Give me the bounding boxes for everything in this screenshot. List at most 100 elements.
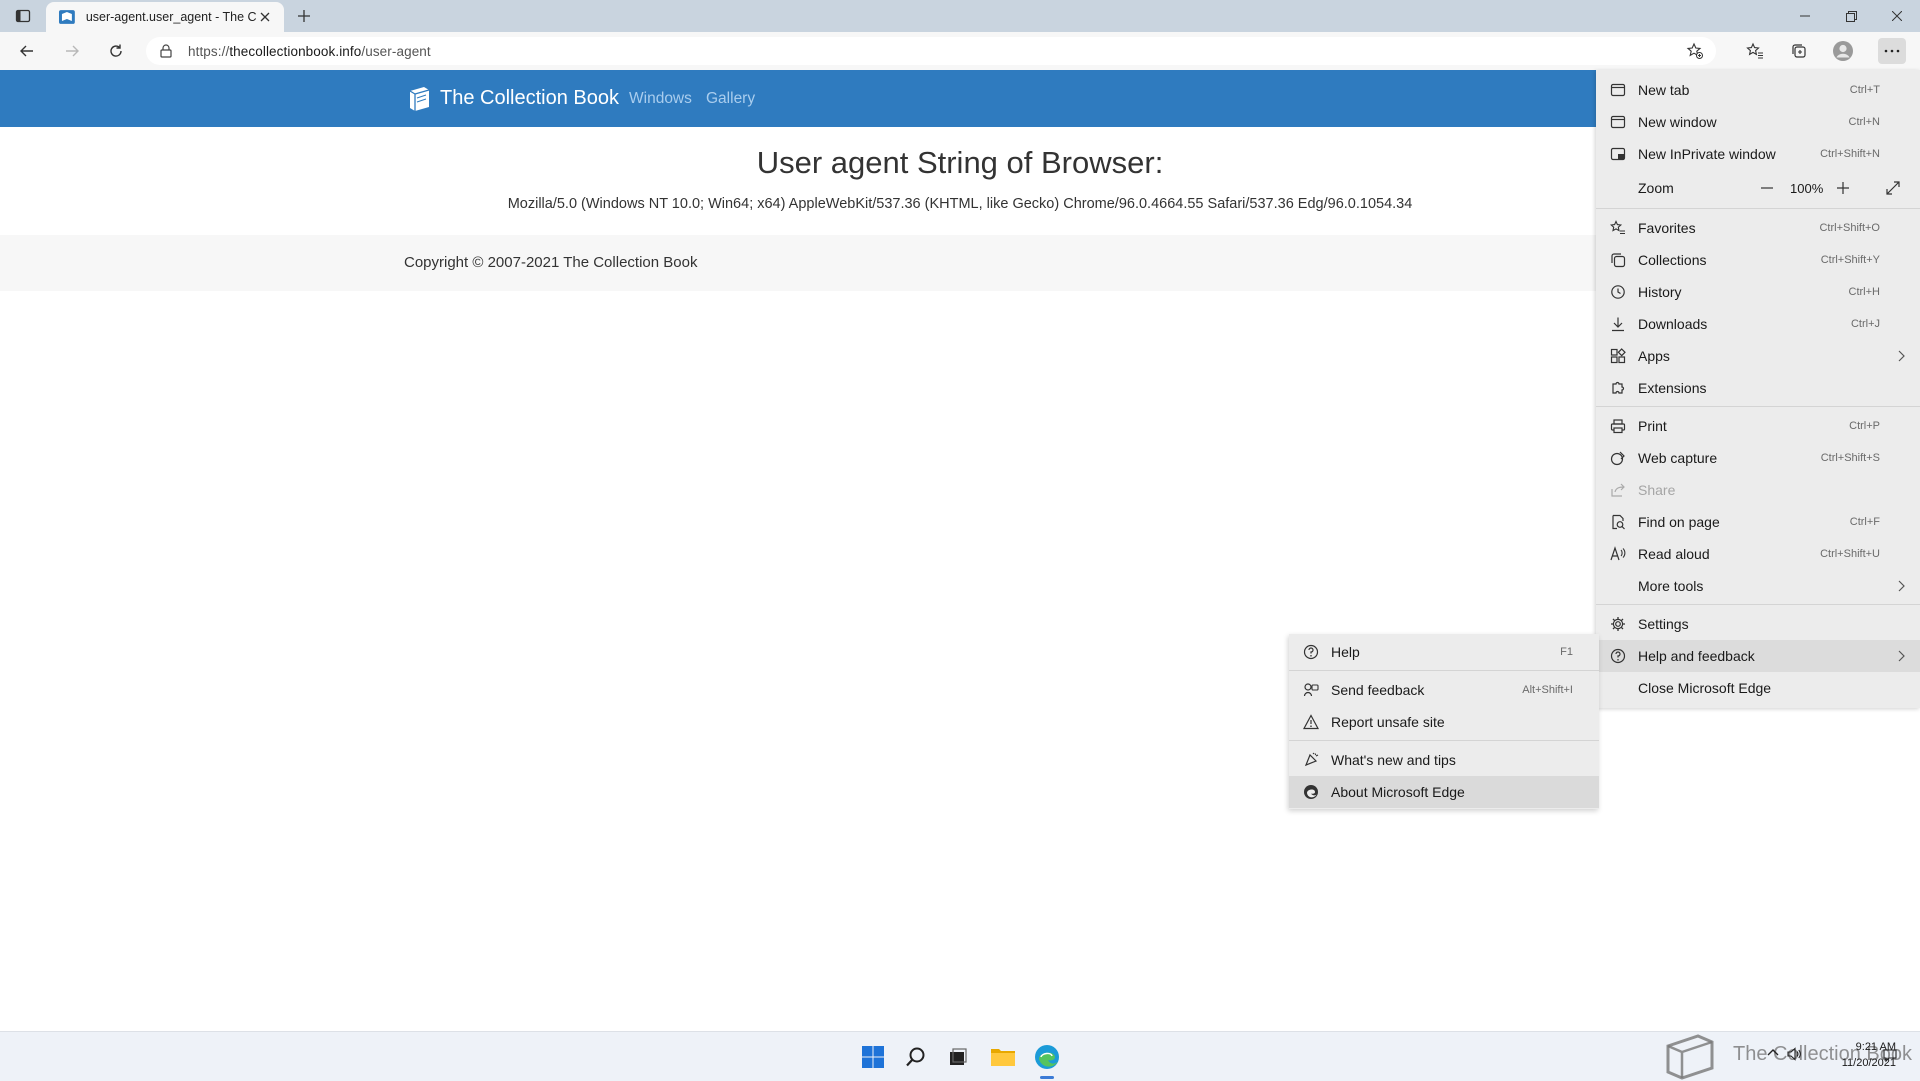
chevron-right-icon: [1898, 650, 1905, 662]
forward-button[interactable]: [58, 38, 86, 64]
menu-item-label: History: [1638, 284, 1682, 300]
menu-item-label: Print: [1638, 418, 1667, 434]
file-explorer-button[interactable]: [986, 1040, 1020, 1074]
chevron-up-icon[interactable]: [1766, 1046, 1780, 1060]
menu-item-label: New InPrivate window: [1638, 146, 1776, 162]
collections-button[interactable]: [1785, 38, 1813, 64]
submenu-item-about-edge[interactable]: About Microsoft Edge: [1289, 776, 1599, 808]
volume-icon[interactable]: [1786, 1046, 1802, 1062]
menu-item-settings[interactable]: Settings: [1596, 608, 1920, 640]
arrow-right-icon: [66, 45, 79, 57]
url-scheme: https://: [188, 43, 230, 59]
menu-item-find-on-page[interactable]: Find on page Ctrl+F: [1596, 506, 1920, 538]
window-close-button[interactable]: [1874, 0, 1920, 32]
menu-item-shortcut: Ctrl+Shift+O: [1819, 222, 1880, 234]
favorites-button[interactable]: [1741, 38, 1769, 64]
back-button[interactable]: [13, 38, 41, 64]
menu-item-print[interactable]: Print Ctrl+P: [1596, 410, 1920, 442]
menu-item-favorites[interactable]: Favorites Ctrl+Shift+O: [1596, 212, 1920, 244]
menu-item-more-tools[interactable]: More tools: [1596, 570, 1920, 602]
menu-item-new-tab[interactable]: New tab Ctrl+T: [1596, 74, 1920, 106]
menu-item-new-inprivate-window[interactable]: New InPrivate window Ctrl+Shift+N: [1596, 138, 1920, 170]
avatar-icon: [1833, 41, 1853, 61]
menu-item-label: New tab: [1638, 82, 1690, 98]
share-icon: [1611, 483, 1625, 497]
menu-divider: [1289, 740, 1599, 741]
menu-item-extensions[interactable]: Extensions: [1596, 372, 1920, 404]
menu-item-label: Read aloud: [1638, 546, 1710, 562]
help-icon: [1303, 644, 1319, 660]
browser-toolbar: https://thecollectionbook.info/user-agen…: [0, 32, 1920, 71]
menu-item-web-capture[interactable]: Web capture Ctrl+Shift+S: [1596, 442, 1920, 474]
extensions-icon: [1612, 381, 1625, 394]
nav-link-windows[interactable]: Windows: [629, 90, 692, 108]
history-icon: [1611, 285, 1625, 299]
refresh-button[interactable]: [102, 38, 130, 64]
collections-icon: [1792, 44, 1806, 58]
menu-item-shortcut: Ctrl+F: [1849, 516, 1880, 528]
menu-item-label: Send feedback: [1331, 682, 1425, 698]
submenu-item-whats-new[interactable]: What's new and tips: [1289, 744, 1599, 776]
menu-item-shortcut: F1: [1560, 646, 1573, 658]
submenu-item-help[interactable]: Help F1: [1289, 636, 1599, 668]
menu-item-close-edge[interactable]: Close Microsoft Edge: [1596, 672, 1920, 704]
site-brand-link[interactable]: The Collection Book: [404, 83, 619, 113]
tab-title: user-agent.user_agent - The Colle: [85, 10, 257, 24]
favorites-icon: [1610, 220, 1625, 235]
submenu-item-report-unsafe-site[interactable]: Report unsafe site: [1289, 706, 1599, 738]
fullscreen-button[interactable]: [1882, 178, 1904, 198]
menu-item-shortcut: Alt+Shift+I: [1522, 684, 1573, 696]
search-button[interactable]: [899, 1040, 933, 1074]
menu-item-collections[interactable]: Collections Ctrl+Shift+Y: [1596, 244, 1920, 276]
menu-item-label: Find on page: [1638, 514, 1720, 530]
menu-item-shortcut: Ctrl+Shift+N: [1820, 148, 1880, 160]
new-tab-button[interactable]: [293, 5, 315, 27]
menu-item-label: Extensions: [1638, 380, 1707, 396]
menu-item-history[interactable]: History Ctrl+H: [1596, 276, 1920, 308]
menu-item-downloads[interactable]: Downloads Ctrl+J: [1596, 308, 1920, 340]
settings-icon: [1611, 617, 1625, 631]
nav-link-gallery[interactable]: Gallery: [706, 90, 755, 108]
menu-item-shortcut: Ctrl+J: [1850, 318, 1880, 330]
lock-icon[interactable]: [158, 43, 174, 59]
apps-icon: [1610, 348, 1626, 364]
menu-item-shortcut: Ctrl+T: [1849, 84, 1880, 96]
url-text[interactable]: https://thecollectionbook.info/user-agen…: [188, 44, 431, 59]
more-horizontal-icon: [1884, 49, 1900, 53]
add-favorite-button[interactable]: [1684, 41, 1706, 61]
inprivate-icon: [1610, 147, 1626, 161]
menu-item-apps[interactable]: Apps: [1596, 340, 1920, 372]
edge-taskbar-button[interactable]: [1030, 1040, 1064, 1074]
menu-item-new-window[interactable]: New window Ctrl+N: [1596, 106, 1920, 138]
zoom-in-button[interactable]: [1832, 178, 1854, 198]
menu-item-shortcut: Ctrl+N: [1848, 116, 1880, 128]
start-button[interactable]: [856, 1040, 890, 1074]
minimize-button[interactable]: [1782, 0, 1828, 32]
menu-item-read-aloud[interactable]: Read aloud Ctrl+Shift+U: [1596, 538, 1920, 570]
tab-actions-icon: [15, 9, 31, 23]
notification-icon[interactable]: [1882, 1047, 1898, 1063]
help-icon: [1610, 648, 1626, 664]
url-host: thecollectionbook.info: [229, 43, 362, 59]
menu-item-label: Web capture: [1638, 450, 1718, 466]
settings-and-more-button[interactable]: [1878, 38, 1906, 64]
address-bar[interactable]: https://thecollectionbook.info/user-agen…: [146, 37, 1716, 65]
new-tab-icon: [1610, 83, 1626, 97]
zoom-out-button[interactable]: [1756, 178, 1778, 198]
menu-item-label: Help and feedback: [1638, 648, 1755, 664]
menu-item-help-and-feedback[interactable]: Help and feedback: [1596, 640, 1920, 672]
menu-divider: [1596, 208, 1920, 209]
menu-item-share: Share: [1596, 474, 1920, 506]
profile-button[interactable]: [1829, 38, 1857, 64]
restore-button[interactable]: [1828, 0, 1874, 32]
tab-close-button[interactable]: [256, 8, 274, 26]
menu-item-shortcut: Ctrl+Shift+U: [1820, 548, 1880, 560]
feedback-icon: [1303, 683, 1319, 697]
menu-item-label: Help: [1331, 644, 1360, 660]
menu-item-zoom: Zoom 100%: [1596, 172, 1920, 204]
tab-actions-button[interactable]: [10, 6, 36, 26]
tab-active[interactable]: user-agent.user_agent - The Colle: [46, 2, 284, 32]
submenu-item-send-feedback[interactable]: Send feedback Alt+Shift+I: [1289, 674, 1599, 706]
search-icon: [906, 1047, 925, 1067]
task-view-button[interactable]: [941, 1040, 975, 1074]
